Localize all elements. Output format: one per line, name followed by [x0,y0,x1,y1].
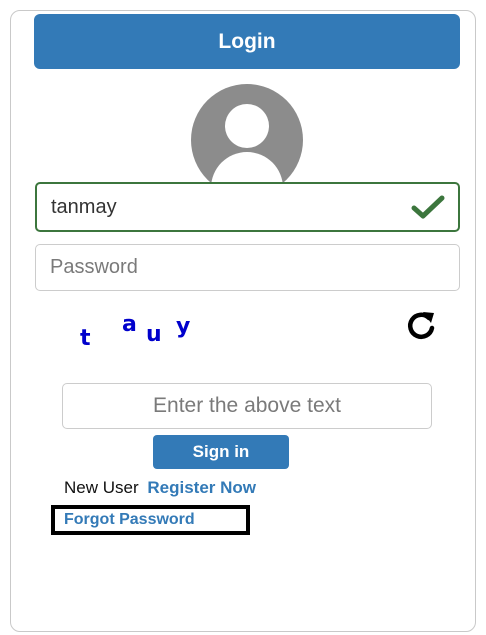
new-user-row: New User Register Now [64,478,256,498]
login-title: Login [218,29,276,53]
username-input[interactable] [35,182,460,232]
forgot-password-link[interactable]: Forgot Password [64,511,195,529]
check-icon [411,195,445,219]
password-input[interactable] [35,244,460,291]
register-now-link[interactable]: Register Now [147,478,256,497]
sign-in-button[interactable]: Sign in [153,435,289,469]
captcha-char: t [80,326,91,351]
user-avatar-icon [191,84,303,196]
captcha-input[interactable] [62,383,432,429]
captcha-image: t a u y [74,310,224,360]
forgot-password-highlight: Forgot Password [51,505,250,535]
captcha-char: u [146,322,162,347]
new-user-text: New User [64,478,139,497]
captcha-char: y [176,314,191,339]
captcha-char: a [122,312,137,337]
refresh-icon[interactable] [404,309,438,343]
login-header: Login [34,14,460,69]
